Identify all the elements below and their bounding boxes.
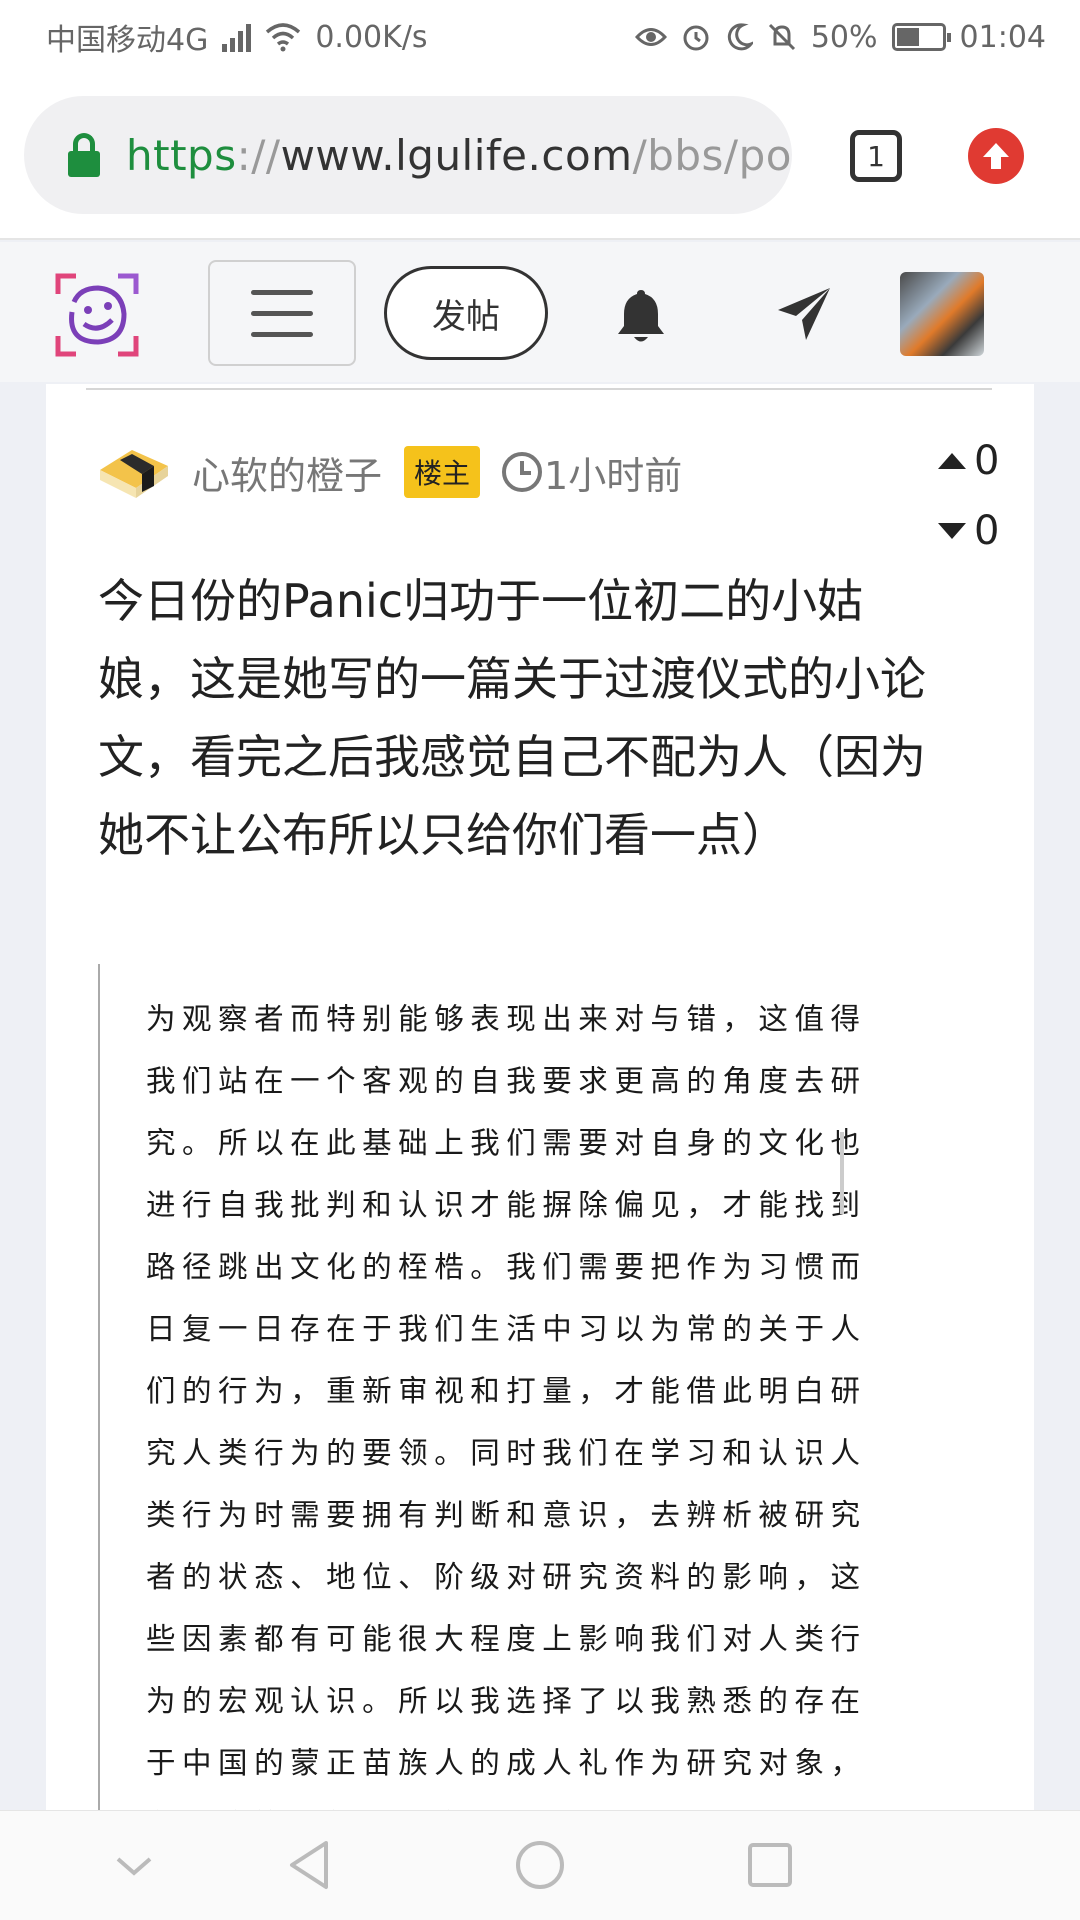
divider bbox=[86, 388, 992, 390]
square-recent-icon[interactable] bbox=[746, 1841, 794, 1889]
net-speed: 0.00K/s bbox=[315, 19, 428, 55]
smiley-logo-icon[interactable] bbox=[54, 272, 140, 358]
post-title: 今日份的Panic归功于一位初二的小姑娘，这是她写的一篇关于过渡仪式的小论文，看… bbox=[98, 574, 926, 862]
moon-icon bbox=[727, 23, 753, 51]
menu-button[interactable] bbox=[208, 260, 356, 366]
image-text: 为观察者而特别能够表现出来对与错，这值得我们站在一个客观的自我要求更高的角度去研… bbox=[146, 1002, 866, 1810]
triangle-back-icon[interactable] bbox=[286, 1839, 332, 1891]
circle-home-icon[interactable] bbox=[514, 1839, 566, 1891]
post-time: 1小时前 bbox=[544, 453, 683, 498]
author-avatar[interactable] bbox=[92, 440, 172, 504]
upload-icon[interactable] bbox=[968, 128, 1024, 184]
mute-icon bbox=[768, 23, 795, 51]
clock-time: 01:04 bbox=[959, 19, 1046, 55]
url-separator: :// bbox=[236, 130, 281, 180]
upvote-button[interactable]: 0 bbox=[938, 438, 999, 484]
url-text[interactable]: https://www.lgulife.com/bbs/po bbox=[126, 131, 792, 180]
url-path: /bbs/po bbox=[632, 130, 792, 180]
site-header: 发帖 bbox=[0, 242, 1080, 382]
wifi-icon bbox=[266, 23, 301, 52]
browser-toolbar: https://www.lgulife.com/bbs/po 1 bbox=[0, 74, 1080, 240]
battery-icon bbox=[891, 23, 951, 51]
caret-down-icon bbox=[938, 523, 966, 539]
clock-icon bbox=[502, 452, 543, 492]
author-name[interactable]: 心软的橙子 bbox=[192, 445, 382, 500]
hamburger-icon bbox=[251, 289, 313, 295]
eye-icon bbox=[634, 28, 667, 46]
upvote-count: 0 bbox=[974, 438, 1000, 484]
chevron-down-icon[interactable] bbox=[114, 1855, 154, 1879]
system-nav-bar bbox=[0, 1810, 1080, 1920]
downvote-count: 0 bbox=[974, 508, 1000, 554]
image-scrollbar[interactable] bbox=[840, 1132, 844, 1214]
arrow-up-icon bbox=[983, 143, 1009, 169]
caret-up-icon bbox=[938, 453, 966, 469]
user-avatar[interactable] bbox=[900, 272, 984, 356]
url-scheme: https bbox=[126, 130, 237, 180]
carrier-label: 中国移动4G bbox=[46, 23, 209, 58]
bell-icon[interactable] bbox=[614, 288, 668, 344]
url-field[interactable]: https://www.lgulife.com/bbs/po bbox=[24, 96, 792, 214]
post-card: 心软的橙子 楼主 1小时前 0 0 今日份的Panic归功于一位初二的小姑娘，这… bbox=[46, 384, 1034, 1810]
battery-percent: 50% bbox=[810, 19, 878, 55]
status-left: 中国移动4G 0.00K/s bbox=[46, 15, 428, 59]
downvote-button[interactable]: 0 bbox=[938, 508, 999, 554]
op-badge: 楼主 bbox=[404, 446, 481, 498]
post-meta: 心软的橙子 楼主 1小时前 bbox=[92, 438, 682, 506]
tab-count-label: 1 bbox=[867, 139, 885, 173]
alarm-icon bbox=[683, 25, 709, 51]
paper-plane-icon[interactable] bbox=[776, 286, 832, 342]
status-right: 50% 01:04 bbox=[634, 19, 1046, 55]
lock-icon[interactable] bbox=[66, 133, 102, 177]
post-image[interactable]: 为观察者而特别能够表现出来对与错，这值得我们站在一个客观的自我要求更高的角度去研… bbox=[98, 964, 938, 1810]
signal-icon bbox=[222, 22, 252, 52]
new-post-button[interactable]: 发帖 bbox=[384, 266, 548, 360]
status-bar: 中国移动4G 0.00K/s 50% 01:04 bbox=[0, 0, 1080, 74]
url-host: www.lgulife.com bbox=[280, 130, 633, 180]
new-post-label: 发帖 bbox=[432, 296, 500, 337]
tab-count-button[interactable]: 1 bbox=[850, 130, 902, 182]
